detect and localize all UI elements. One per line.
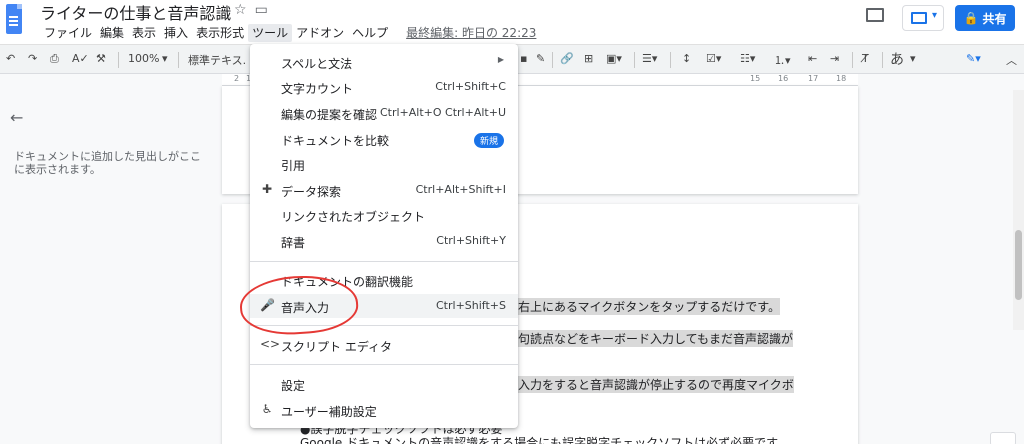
submenu-arrow-icon: ▶ [497,55,504,64]
menu-item-script-editor[interactable]: <> スクリプト エディタ [250,333,518,357]
menu-bar: ファイル 編集 表示 挿入 表示形式 ツール アドオン ヘルプ 最終編集: 昨日… [40,24,536,42]
line-spacing-icon[interactable]: ↕ [682,52,691,65]
document-title[interactable]: ライターの仕事と音声認識 [40,0,231,24]
menu-item-accessibility-settings[interactable]: ♿ ユーザー補助設定 [250,398,518,422]
outline-back-arrow-icon[interactable]: ← [10,108,23,127]
app-header: ライターの仕事と音声認識 ☆ ▭ ファイル 編集 表示 挿入 表示形式 ツール … [0,0,1024,44]
menu-item-word-count[interactable]: 文字カウント Ctrl+Shift+C [250,75,518,99]
zoom-select[interactable]: 100% [128,52,159,65]
checklist-icon[interactable]: ☑▾ [706,52,721,65]
star-icon[interactable]: ☆ [234,2,247,18]
undo-icon[interactable]: ↶ [6,52,15,65]
new-badge: 新規 [473,133,504,148]
accessibility-icon: ♿ [261,402,273,416]
bulleted-list-icon[interactable]: ☷▾ [740,52,755,65]
menu-addons[interactable]: アドオン [292,24,348,42]
menu-item-linked-objects[interactable]: リンクされたオブジェクト [250,203,518,227]
menu-edit[interactable]: 編集 [96,24,128,42]
redo-icon[interactable]: ↷ [28,52,37,65]
present-button[interactable]: ▾ [902,5,944,31]
menu-item-review-suggested-edits[interactable]: 編集の提案を確認 Ctrl+Alt+O Ctrl+Alt+U [250,101,518,125]
clear-format-icon[interactable]: T̸ [862,52,869,65]
document-text-line[interactable]: 右上にあるマイクボタンをタップするだけです。 [518,298,781,315]
folder-icon[interactable]: ▭ [255,2,268,18]
style-select[interactable]: 標準テキス... [188,52,246,68]
document-text-line[interactable]: Google ドキュメントの音声認識をする場合にも誤字脱字チェックソフトは必ず必… [300,434,778,444]
menu-view[interactable]: 表示 [128,24,160,42]
menu-item-explore[interactable]: ✚ データ探索 Ctrl+Alt+Shift+I [250,178,518,202]
comment-history-icon[interactable] [866,8,884,22]
explore-button[interactable] [990,432,1016,444]
chevron-down-icon[interactable]: ▾ [910,52,916,65]
menu-item-preferences[interactable]: 設定 [250,372,518,396]
menu-help[interactable]: ヘルプ [348,24,392,42]
spellcheck-icon[interactable]: A✓ [72,52,89,65]
docs-logo-icon[interactable] [6,4,22,34]
tools-dropdown-menu: スペルと文法 ▶ 文字カウント Ctrl+Shift+C 編集の提案を確認 Ct… [250,44,518,428]
comment-add-icon[interactable]: ⊞ [584,52,593,65]
increase-indent-icon[interactable]: ⇥ [830,52,839,65]
numbered-list-icon[interactable]: ⒈▾ [774,52,791,68]
chevron-down-icon: ▾ [932,10,938,21]
share-label: 共有 [982,11,1007,26]
menu-item-spelling-grammar[interactable]: スペルと文法 ▶ [250,50,518,74]
menu-item-compare-documents[interactable]: ドキュメントを比較 新規 [250,127,518,151]
menu-file[interactable]: ファイル [40,24,96,42]
menu-insert[interactable]: 挿入 [160,24,192,42]
lock-icon: 🔒 [963,11,979,25]
highlight-pen-icon[interactable]: ✎ [536,52,545,65]
share-button[interactable]: 🔒 共有 [955,5,1015,31]
print-icon[interactable]: ⎙ [50,52,59,66]
image-icon[interactable]: ▣▾ [606,52,622,65]
align-icon[interactable]: ☰▾ [642,52,657,65]
outline-placeholder: ドキュメントに追加した見出しがここに表示されます。 [14,150,201,176]
present-icon [911,12,927,24]
editing-mode-icon[interactable]: ✎▾ [966,52,981,65]
menu-item-citations[interactable]: 引用 [250,152,518,176]
document-text-line[interactable]: 入力をすると音声認識が停止するので再度マイクボ [518,376,794,393]
explore-plus-icon: ✚ [261,182,273,196]
chevron-down-icon[interactable]: ▾ [162,52,168,65]
menu-item-dictionary[interactable]: 辞書 Ctrl+Shift+Y [250,229,518,253]
menu-tools[interactable]: ツール [248,24,293,42]
decrease-indent-icon[interactable]: ⇤ [808,52,817,65]
paint-format-icon[interactable]: ⚒ [96,52,106,65]
document-text-line[interactable]: 句読点などをキーボード入力してもまだ音声認識が [518,330,794,347]
vertical-scrollbar[interactable] [1013,90,1024,330]
code-icon: <> [260,337,281,351]
collapse-icon[interactable]: ︿ [1006,52,1017,68]
menu-format[interactable]: 表示形式 [192,24,248,42]
link-icon[interactable]: 🔗 [560,52,574,65]
last-edit-link[interactable]: 最終編集: 昨日の 22:23 [406,24,536,42]
more-icon[interactable]: ▪ [520,52,527,65]
input-tools-button[interactable]: あ [890,49,904,69]
